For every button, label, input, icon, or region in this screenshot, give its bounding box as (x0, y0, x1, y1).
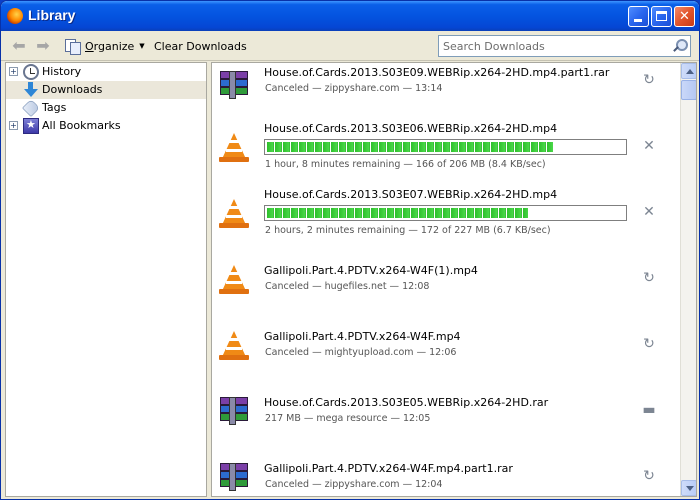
sidebar-item-label: History (42, 65, 82, 78)
sidebar-item-label: Tags (42, 101, 67, 114)
download-item[interactable]: Gallipoli.Part.4.PDTV.x264-W4F.mp4 Cance… (212, 327, 680, 391)
maximize-button[interactable] (651, 6, 672, 27)
download-item[interactable]: Gallipoli.Part.4.PDTV.x264-W4F.mp4.part1… (212, 459, 680, 496)
search-icon[interactable] (672, 39, 688, 53)
library-window: Library ✕ ⬅ ➡ Organize ▼ Clear Downloads… (0, 0, 700, 500)
download-filename: House.of.Cards.2013.S03E05.WEBRip.x264-2… (264, 396, 549, 409)
minimize-button[interactable] (628, 6, 649, 27)
download-status: Canceled — zippyshare.com — 13:14 (265, 83, 443, 94)
retry-icon[interactable]: ↻ (642, 337, 656, 351)
maximize-icon (656, 11, 667, 21)
download-progress-bar (264, 139, 627, 155)
chevron-down-icon: ▼ (139, 42, 145, 50)
download-arrow-icon (23, 82, 39, 98)
download-status: 1 hour, 8 minutes remaining — 166 of 206… (265, 159, 546, 170)
progress-fill (267, 142, 553, 152)
vlc-cone-icon (218, 329, 250, 361)
organize-icon (65, 39, 81, 55)
download-item[interactable]: House.of.Cards.2013.S03E05.WEBRip.x264-2… (212, 393, 680, 457)
sidebar-item-all-bookmarks[interactable]: + All Bookmarks (6, 117, 206, 135)
cancel-icon[interactable]: ✕ (642, 205, 656, 219)
tag-icon (21, 98, 41, 118)
downloads-list[interactable]: House.of.Cards.2013.S03E09.WEBRip.x264-2… (211, 62, 697, 497)
clear-downloads-button[interactable]: Clear Downloads (154, 40, 247, 53)
title-bar[interactable]: Library ✕ (1, 1, 699, 31)
sidebar-item-tags[interactable]: Tags (6, 98, 206, 118)
scrollbar-thumb[interactable] (681, 80, 696, 100)
download-status: Canceled — mightyupload.com — 12:06 (265, 347, 457, 358)
rar-archive-icon (218, 395, 250, 427)
forward-arrow-icon[interactable]: ➡ (35, 38, 51, 54)
sidebar-item-downloads[interactable]: Downloads (6, 81, 206, 99)
organize-menu-button[interactable]: Organize ▼ (65, 37, 145, 55)
vlc-cone-icon (218, 263, 250, 295)
download-status: Canceled — zippyshare.com — 12:04 (265, 479, 443, 490)
vertical-scrollbar[interactable] (680, 63, 696, 496)
clock-icon (23, 64, 39, 80)
close-button[interactable]: ✕ (674, 6, 695, 27)
cancel-icon[interactable]: ✕ (642, 139, 656, 153)
scroll-down-button[interactable] (681, 480, 696, 496)
download-progress-bar (264, 205, 627, 221)
retry-icon[interactable]: ↻ (642, 73, 656, 87)
download-item[interactable]: House.of.Cards.2013.S03E07.WEBRip.x264-2… (212, 185, 680, 249)
download-item[interactable]: House.of.Cards.2013.S03E09.WEBRip.x264-2… (212, 63, 680, 125)
download-filename: House.of.Cards.2013.S03E07.WEBRip.x264-2… (264, 188, 558, 201)
retry-icon[interactable]: ↻ (642, 469, 656, 483)
search-downloads-field[interactable] (438, 35, 691, 57)
window-title: Library (28, 7, 76, 23)
chevron-up-icon (686, 69, 694, 74)
download-item[interactable]: House.of.Cards.2013.S03E06.WEBRip.x264-2… (212, 119, 680, 183)
folder-icon[interactable]: ▬ (642, 403, 656, 417)
retry-icon[interactable]: ↻ (642, 271, 656, 285)
scroll-up-button[interactable] (681, 63, 696, 79)
chevron-down-icon (686, 486, 694, 491)
vlc-cone-icon (218, 131, 250, 163)
download-filename: Gallipoli.Part.4.PDTV.x264-W4F.mp4 (264, 330, 461, 343)
download-filename: House.of.Cards.2013.S03E06.WEBRip.x264-2… (264, 122, 558, 135)
download-filename: Gallipoli.Part.4.PDTV.x264-W4F(1).mp4 (264, 264, 478, 277)
download-filename: Gallipoli.Part.4.PDTV.x264-W4F.mp4.part1… (264, 462, 513, 475)
firefox-icon (7, 8, 23, 24)
download-status: 2 hours, 2 minutes remaining — 172 of 22… (265, 225, 551, 236)
expand-icon[interactable]: + (9, 121, 18, 130)
back-arrow-icon[interactable]: ⬅ (11, 38, 27, 54)
close-icon: ✕ (679, 9, 690, 24)
download-filename: House.of.Cards.2013.S03E09.WEBRip.x264-2… (264, 66, 610, 79)
vlc-cone-icon (218, 197, 250, 229)
sidebar-item-label: Downloads (42, 83, 103, 96)
sidebar-item-label: All Bookmarks (42, 119, 121, 132)
download-item[interactable]: Gallipoli.Part.4.PDTV.x264-W4F(1).mp4 Ca… (212, 261, 680, 325)
progress-fill (267, 208, 528, 218)
organize-label: Organize (85, 39, 135, 53)
rar-archive-icon (218, 461, 250, 493)
rar-archive-icon (218, 69, 250, 101)
search-input[interactable] (443, 38, 663, 54)
expand-icon[interactable]: + (9, 67, 18, 76)
bookmarks-star-icon (23, 118, 39, 134)
download-status: 217 MB — mega resource — 12:05 (265, 413, 431, 424)
sidebar-item-history[interactable]: + History (6, 63, 206, 81)
download-status: Canceled — hugefiles.net — 12:08 (265, 281, 430, 292)
minimize-icon (634, 19, 642, 22)
sidebar-tree: + History Downloads Tags + All Bookmarks (5, 62, 207, 497)
